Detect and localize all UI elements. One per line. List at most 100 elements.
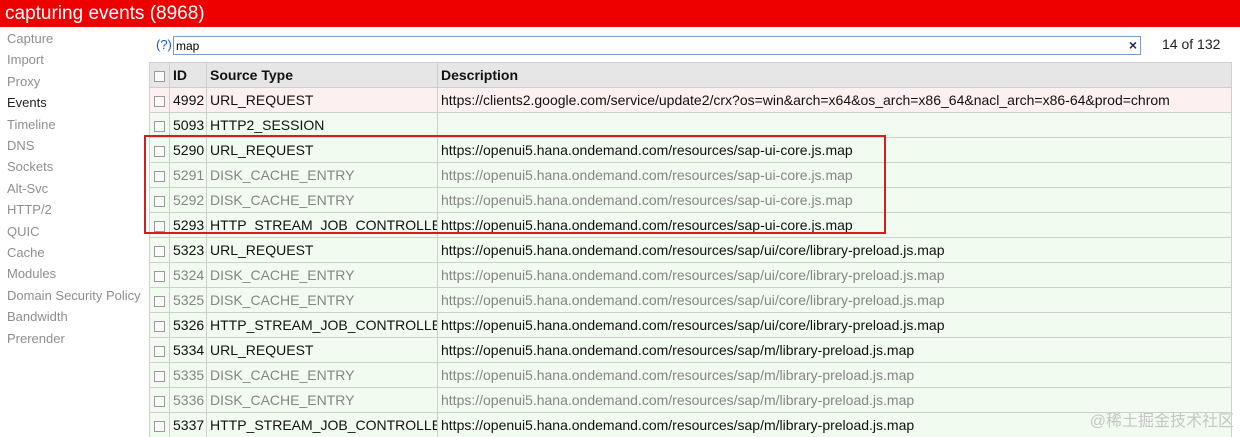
cell-id: 5334 (169, 337, 207, 363)
cell-id: 5326 (169, 312, 207, 338)
table-row[interactable]: 5335 DISK_CACHE_ENTRY https://openui5.hana… (149, 362, 1232, 388)
table-row[interactable]: 5337 HTTP_STREAM_JOB_CONTROLLER https://op… (149, 412, 1232, 437)
cell-description: https://openui5.hana.ondemand.com/resour… (437, 312, 1232, 338)
capture-status-title: capturing events (8968) (5, 3, 205, 24)
row-checkbox[interactable] (149, 337, 170, 363)
checkbox-icon[interactable] (154, 395, 165, 407)
cell-description: https://openui5.hana.ondemand.com/resour… (437, 212, 1232, 238)
checkbox-icon[interactable] (154, 270, 165, 282)
filter-help-link[interactable]: (?) (156, 37, 172, 52)
match-count: 14 of 132 (1162, 36, 1221, 52)
row-checkbox[interactable] (149, 87, 170, 113)
checkbox-icon[interactable] (154, 220, 165, 232)
sidebar-item-timeline[interactable]: Timeline (0, 114, 148, 135)
table-row[interactable]: 5334 URL_REQUEST https://openui5.hana.onde… (149, 337, 1232, 363)
filter-input[interactable] (176, 37, 1116, 54)
column-header-id[interactable]: ID (169, 62, 207, 88)
clear-filter-icon[interactable]: × (1129, 37, 1137, 54)
row-checkbox[interactable] (149, 387, 170, 413)
sidebar-item-events[interactable]: Events (0, 92, 148, 113)
cell-source-type: DISK_CACHE_ENTRY (206, 287, 438, 313)
events-table: ID Source Type Description 4992 URL_REQUE… (149, 62, 1232, 437)
checkbox-icon[interactable] (154, 345, 165, 357)
sidebar-item-domain-security-policy[interactable]: Domain Security Policy (0, 285, 148, 306)
cell-id: 5292 (169, 187, 207, 213)
sidebar-item-capture[interactable]: Capture (0, 28, 148, 49)
cell-description: https://openui5.hana.ondemand.com/resour… (437, 362, 1232, 388)
row-checkbox[interactable] (149, 312, 170, 338)
cell-source-type: URL_REQUEST (206, 337, 438, 363)
events-table-container: ID Source Type Description 4992 URL_REQUE… (149, 62, 1240, 437)
cell-description: https://openui5.hana.ondemand.com/resour… (437, 137, 1232, 163)
checkbox-icon[interactable] (154, 295, 165, 307)
row-checkbox[interactable] (149, 362, 170, 388)
sidebar-item-bandwidth[interactable]: Bandwidth (0, 306, 148, 327)
table-row[interactable]: 5093 HTTP2_SESSION (149, 112, 1232, 138)
checkbox-icon[interactable] (154, 95, 165, 107)
table-row[interactable]: 5324 DISK_CACHE_ENTRY https://openui5.hana… (149, 262, 1232, 288)
checkbox-icon[interactable] (154, 145, 165, 157)
cell-source-type: DISK_CACHE_ENTRY (206, 187, 438, 213)
checkbox-icon[interactable] (154, 120, 165, 132)
cell-description: https://openui5.hana.ondemand.com/resour… (437, 287, 1232, 313)
watermark: @稀土掘金技术社区 (1089, 413, 1234, 430)
row-checkbox[interactable] (149, 212, 170, 238)
checkbox-icon[interactable] (154, 245, 165, 257)
table-row[interactable]: 4992 URL_REQUEST https://clients2.google.c… (149, 87, 1232, 113)
cell-source-type: HTTP2_SESSION (206, 112, 438, 138)
cell-description (437, 112, 1232, 138)
cell-id: 5323 (169, 237, 207, 263)
cell-description: https://openui5.hana.ondemand.com/resour… (437, 262, 1232, 288)
sidebar-item-modules[interactable]: Modules (0, 263, 148, 284)
sidebar-item-dns[interactable]: DNS (0, 135, 148, 156)
cell-id: 5335 (169, 362, 207, 388)
table-row[interactable]: 5292 DISK_CACHE_ENTRY https://openui5.hana… (149, 187, 1232, 213)
cell-id: 5336 (169, 387, 207, 413)
sidebar-item-prerender[interactable]: Prerender (0, 328, 148, 349)
checkbox-icon[interactable] (154, 170, 165, 182)
cell-source-type: URL_REQUEST (206, 87, 438, 113)
table-row[interactable]: 5325 DISK_CACHE_ENTRY https://openui5.hana… (149, 287, 1232, 313)
cell-source-type: DISK_CACHE_ENTRY (206, 262, 438, 288)
sidebar-item-alt-svc[interactable]: Alt-Svc (0, 178, 148, 199)
table-row[interactable]: 5290 URL_REQUEST https://openui5.hana.onde… (149, 137, 1232, 163)
row-checkbox[interactable] (149, 262, 170, 288)
row-checkbox[interactable] (149, 162, 170, 188)
checkbox-icon[interactable] (154, 420, 165, 432)
cell-id: 5324 (169, 262, 207, 288)
cell-source-type: DISK_CACHE_ENTRY (206, 387, 438, 413)
row-checkbox[interactable] (149, 112, 170, 138)
row-checkbox[interactable] (149, 287, 170, 313)
column-header-description[interactable]: Description (437, 62, 1232, 88)
cell-source-type: HTTP_STREAM_JOB_CONTROLLER (206, 412, 438, 437)
table-row[interactable]: 5323 URL_REQUEST https://openui5.hana.onde… (149, 237, 1232, 263)
table-row[interactable]: 5336 DISK_CACHE_ENTRY https://openui5.hana… (149, 387, 1232, 413)
sidebar-item-cache[interactable]: Cache (0, 242, 148, 263)
row-checkbox[interactable] (149, 187, 170, 213)
row-checkbox[interactable] (149, 237, 170, 263)
table-header-row: ID Source Type Description (149, 62, 1232, 88)
cell-description: https://openui5.hana.ondemand.com/resour… (437, 187, 1232, 213)
cell-id: 5337 (169, 412, 207, 437)
cell-source-type: DISK_CACHE_ENTRY (206, 162, 438, 188)
checkbox-icon[interactable] (154, 195, 165, 207)
checkbox-icon[interactable] (154, 320, 165, 332)
cell-id: 5290 (169, 137, 207, 163)
sidebar-item-quic[interactable]: QUIC (0, 221, 148, 242)
cell-id: 4992 (169, 87, 207, 113)
sidebar-item-http-2[interactable]: HTTP/2 (0, 199, 148, 220)
cell-id: 5325 (169, 287, 207, 313)
row-checkbox[interactable] (149, 412, 170, 437)
select-all-checkbox[interactable] (149, 62, 170, 88)
column-header-source-type[interactable]: Source Type (206, 62, 438, 88)
table-row[interactable]: 5293 HTTP_STREAM_JOB_CONTROLLER https://op… (149, 212, 1232, 238)
sidebar-item-proxy[interactable]: Proxy (0, 71, 148, 92)
table-row[interactable]: 5326 HTTP_STREAM_JOB_CONTROLLER https://op… (149, 312, 1232, 338)
checkbox-icon[interactable] (154, 370, 165, 382)
sidebar-item-import[interactable]: Import (0, 49, 148, 70)
cell-source-type: HTTP_STREAM_JOB_CONTROLLER (206, 212, 438, 238)
row-checkbox[interactable] (149, 137, 170, 163)
sidebar-item-sockets[interactable]: Sockets (0, 156, 148, 177)
table-row[interactable]: 5291 DISK_CACHE_ENTRY https://openui5.hana… (149, 162, 1232, 188)
checkbox-icon[interactable] (154, 70, 165, 82)
